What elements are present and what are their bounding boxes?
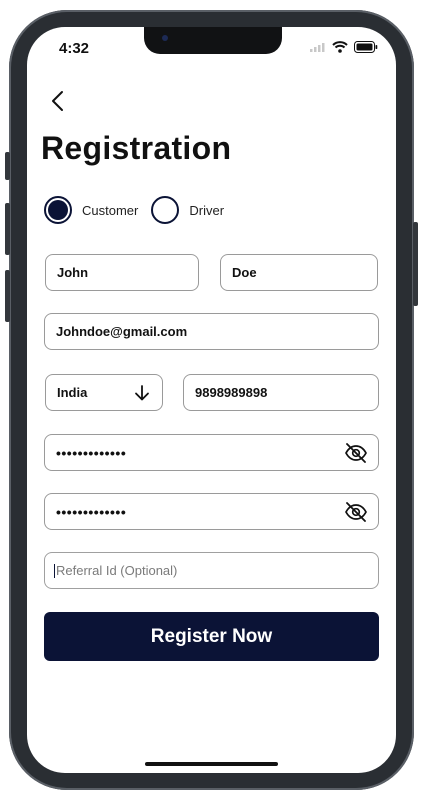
side-button-volume-down xyxy=(5,270,10,322)
last-name-value: Doe xyxy=(232,265,257,280)
side-button-volume-up xyxy=(5,203,10,255)
phone-field[interactable]: 9898989898 xyxy=(183,374,379,411)
country-value: India xyxy=(57,385,88,400)
password-field[interactable]: ••••••••••••• xyxy=(44,434,379,471)
radio-driver[interactable] xyxy=(151,196,180,224)
first-name-value: John xyxy=(57,265,89,280)
email-value: Johndoe@gmail.com xyxy=(56,324,188,339)
phone-value: 9898989898 xyxy=(195,385,268,400)
notch xyxy=(144,27,282,54)
arrow-down-icon xyxy=(135,384,149,400)
radio-customer[interactable] xyxy=(44,196,72,224)
register-now-button[interactable]: Register Now xyxy=(44,612,379,661)
eye-off-icon[interactable] xyxy=(344,443,368,463)
cellular-signal-icon xyxy=(310,43,325,52)
confirm-password-field[interactable]: ••••••••••••• xyxy=(44,493,379,530)
last-name-field[interactable]: Doe xyxy=(220,254,378,291)
country-select[interactable]: India xyxy=(45,374,163,411)
email-field[interactable]: Johndoe@gmail.com xyxy=(44,313,379,350)
radio-customer-label: Customer xyxy=(82,202,139,218)
user-type-selector: Customer Driver xyxy=(44,196,224,224)
status-time: 4:32 xyxy=(59,40,90,57)
chevron-left-icon xyxy=(52,91,63,111)
home-indicator xyxy=(145,762,278,766)
referral-id-field[interactable]: Referral Id (Optional) xyxy=(44,552,379,589)
text-cursor xyxy=(54,563,55,578)
radio-driver-label: Driver xyxy=(189,202,225,218)
battery-icon xyxy=(354,41,378,53)
app-screen: 4:32 Registration Customer Driver John D… xyxy=(27,27,396,773)
first-name-field[interactable]: John xyxy=(45,254,199,291)
page-title: Registration xyxy=(41,130,232,166)
password-mask: ••••••••••••• xyxy=(56,444,127,461)
wifi-icon xyxy=(332,41,348,53)
side-button-mute xyxy=(5,152,10,180)
confirm-password-mask: ••••••••••••• xyxy=(56,503,127,520)
eye-off-icon[interactable] xyxy=(344,502,368,522)
status-icons xyxy=(310,41,378,53)
side-button-power xyxy=(413,222,418,306)
front-camera xyxy=(162,35,168,41)
radio-selected-dot xyxy=(48,200,68,220)
referral-placeholder: Referral Id (Optional) xyxy=(56,563,178,578)
back-button[interactable] xyxy=(47,89,71,113)
